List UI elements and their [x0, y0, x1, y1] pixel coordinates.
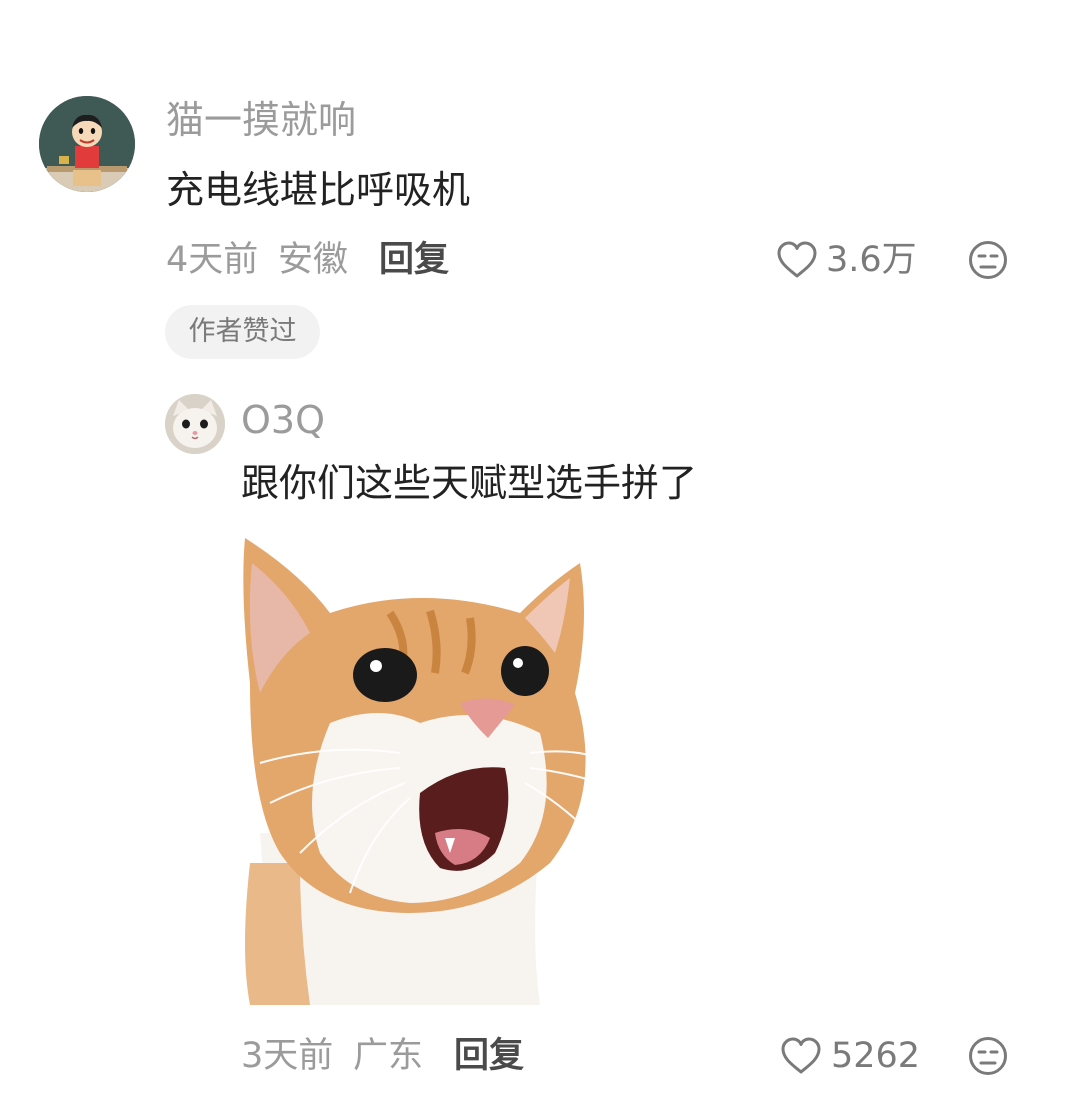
author-liked-badge: 作者赞过 [165, 305, 320, 359]
reply-text: 跟你们这些天赋型选手拼了 [241, 461, 698, 505]
like-count: 3.6万 [826, 240, 917, 280]
reply-location: 广东 [353, 1036, 424, 1076]
reply-username[interactable]: O3Q [241, 396, 325, 444]
reply-button[interactable]: 回复 [454, 1034, 524, 1078]
comment-time: 4天前 [166, 240, 259, 280]
heart-outline-icon[interactable] [780, 1036, 822, 1080]
neutral-face-icon[interactable] [968, 240, 1008, 284]
comment-username[interactable]: 猫一摸就响 [166, 96, 356, 144]
avatar[interactable] [165, 394, 225, 454]
like-count: 5262 [831, 1036, 921, 1076]
cartoon-boy-avatar [39, 96, 135, 192]
reply-time: 3天前 [241, 1036, 334, 1076]
reply-button[interactable]: 回复 [379, 238, 449, 282]
heart-outline-icon[interactable] [776, 240, 818, 284]
comment-location: 安徽 [278, 240, 349, 280]
comment-text: 充电线堪比呼吸机 [166, 168, 471, 212]
avatar[interactable] [39, 96, 135, 192]
orange-cat-meme-sticker[interactable] [240, 533, 605, 1005]
kitten-avatar [165, 394, 225, 454]
neutral-face-icon[interactable] [968, 1036, 1008, 1080]
